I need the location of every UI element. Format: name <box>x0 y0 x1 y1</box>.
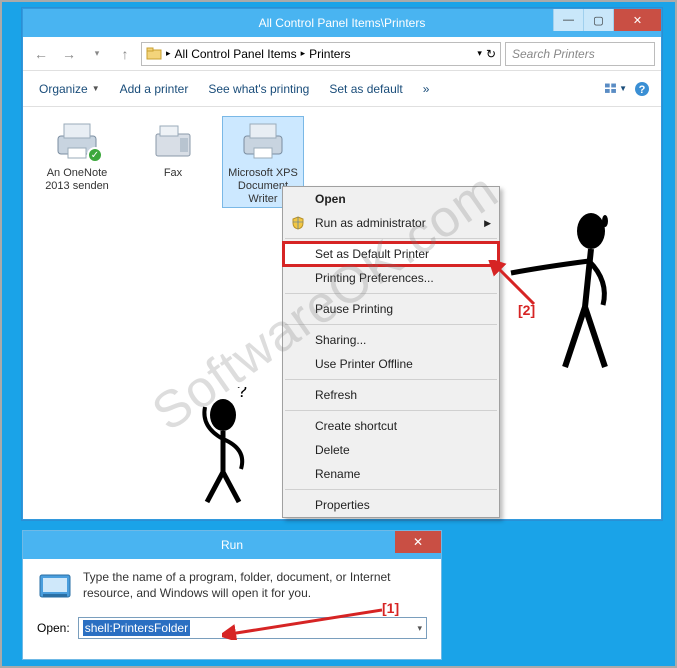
ctx-open[interactable]: Open <box>283 187 499 211</box>
fax-icon <box>141 117 205 165</box>
run-dropdown-icon[interactable]: ▾ <box>417 623 422 634</box>
ctx-delete[interactable]: Delete <box>283 438 499 462</box>
window-titlebar[interactable]: All Control Panel Items\Printers — ▢ ✕ <box>23 9 661 37</box>
printer-item-onenote[interactable]: ✓ An OneNote 2013 senden <box>37 117 117 193</box>
ctx-separator <box>285 238 497 239</box>
printer-icon: ✓ <box>45 117 109 165</box>
ctx-properties[interactable]: Properties <box>283 493 499 517</box>
ctx-separator <box>285 410 497 411</box>
nav-back-button[interactable]: ← <box>29 42 53 66</box>
ctx-offline[interactable]: Use Printer Offline <box>283 352 499 376</box>
nav-recent-button[interactable]: ▾ <box>85 42 109 66</box>
printer-item-fax[interactable]: Fax <box>133 117 213 180</box>
run-icon <box>37 569 73 605</box>
printer-label: Fax <box>133 167 213 180</box>
annotation-2: [2] <box>518 302 535 318</box>
ctx-pause[interactable]: Pause Printing <box>283 297 499 321</box>
maximize-button[interactable]: ▢ <box>583 9 613 31</box>
see-printing-button[interactable]: See what's printing <box>200 78 317 100</box>
ctx-rename[interactable]: Rename <box>283 462 499 486</box>
annotation-arrow-2 <box>488 260 548 308</box>
addr-drop-icon[interactable]: ▾ <box>477 48 482 59</box>
nav-forward-button[interactable]: → <box>57 42 81 66</box>
help-button[interactable]: ? <box>631 78 653 100</box>
annotation-arrow-1 <box>222 606 392 640</box>
address-bar[interactable]: ▸ All Control Panel Items ▸ Printers ▾ ↻ <box>141 42 501 66</box>
nav-up-button[interactable]: ↑ <box>113 42 137 66</box>
svg-text:?: ? <box>639 84 646 96</box>
close-button[interactable]: ✕ <box>613 9 661 31</box>
run-command-value: shell:PrintersFolder <box>83 620 190 636</box>
svg-text:?: ? <box>237 387 247 401</box>
run-titlebar[interactable]: Run ✕ <box>23 531 441 559</box>
printer-label: An OneNote 2013 senden <box>37 167 117 193</box>
ctx-set-default[interactable]: Set as Default Printer <box>283 242 499 266</box>
address-bar-row: ← → ▾ ↑ ▸ All Control Panel Items ▸ Prin… <box>23 37 661 71</box>
organize-menu[interactable]: Organize▼ <box>31 78 108 100</box>
set-default-button[interactable]: Set as default <box>321 78 410 100</box>
shield-icon <box>289 214 307 232</box>
run-close-button[interactable]: ✕ <box>395 531 441 553</box>
run-title: Run <box>23 538 441 552</box>
breadcrumb-part[interactable]: All Control Panel Items <box>175 47 297 61</box>
printer-icon <box>231 117 295 165</box>
ctx-run-as-admin[interactable]: Run as administrator▶ <box>283 211 499 235</box>
breadcrumb-sep-icon: ▸ <box>301 48 306 59</box>
ctx-separator <box>285 324 497 325</box>
submenu-arrow-icon: ▶ <box>484 218 491 229</box>
add-printer-button[interactable]: Add a printer <box>112 78 197 100</box>
ctx-refresh[interactable]: Refresh <box>283 383 499 407</box>
search-placeholder: Search Printers <box>512 47 595 61</box>
annotation-1: [1] <box>382 600 399 616</box>
location-icon <box>146 46 162 62</box>
view-options-button[interactable]: ▼ <box>605 78 627 100</box>
run-dialog: Run ✕ Type the name of a program, folder… <box>22 530 442 660</box>
minimize-button[interactable]: — <box>553 9 583 31</box>
ctx-preferences[interactable]: Printing Preferences... <box>283 266 499 290</box>
ctx-separator <box>285 379 497 380</box>
stick-figure-thinking: ? <box>183 387 273 510</box>
breadcrumb-sep-icon: ▸ <box>166 48 171 59</box>
breadcrumb-part[interactable]: Printers <box>309 47 350 61</box>
refresh-button[interactable]: ↻ <box>486 47 496 61</box>
run-description: Type the name of a program, folder, docu… <box>83 569 427 605</box>
default-badge-icon: ✓ <box>87 147 103 163</box>
ctx-shortcut[interactable]: Create shortcut <box>283 414 499 438</box>
command-bar: Organize▼ Add a printer See what's print… <box>23 71 661 107</box>
ctx-separator <box>285 293 497 294</box>
overflow-button[interactable]: » <box>415 78 438 100</box>
ctx-sharing[interactable]: Sharing... <box>283 328 499 352</box>
search-input[interactable]: Search Printers <box>505 42 655 66</box>
ctx-separator <box>285 489 497 490</box>
run-open-label: Open: <box>37 621 70 635</box>
context-menu: Open Run as administrator▶ Set as Defaul… <box>282 186 500 518</box>
